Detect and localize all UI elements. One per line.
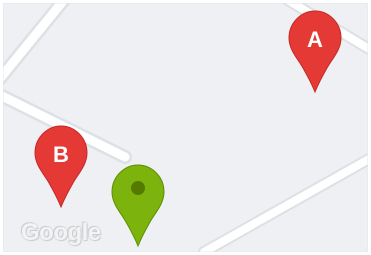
map-marker-b[interactable]: B — [30, 124, 92, 209]
current-marker-shape — [111, 164, 165, 248]
map-marker-a[interactable]: A — [284, 9, 346, 94]
marker-b-shape — [34, 125, 88, 209]
location-dot-icon — [131, 181, 145, 195]
google-logo: Google — [21, 219, 101, 246]
map-pin-icon — [34, 125, 88, 209]
map-viewport[interactable]: A B Google — [3, 3, 368, 252]
current-location-marker[interactable] — [107, 163, 169, 248]
map-pin-icon — [288, 10, 342, 94]
location-pin-icon — [111, 164, 165, 248]
marker-a-shape — [288, 10, 342, 94]
